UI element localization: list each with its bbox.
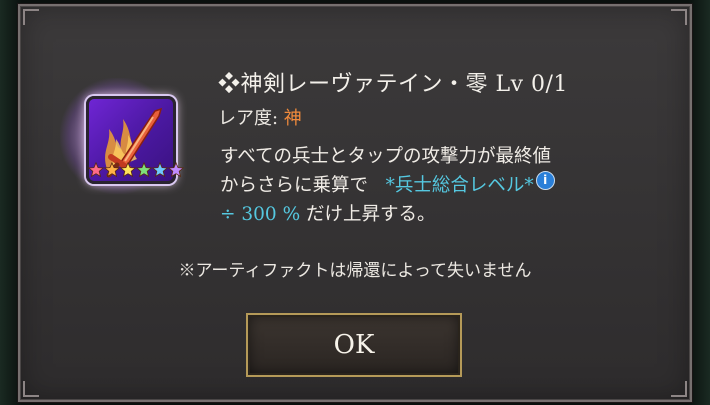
item-title: ❖神剣レーヴァテイン・零 Lv 0/1: [218, 72, 568, 97]
ok-button[interactable]: OK: [246, 313, 462, 377]
artifact-note: ※アーティファクトは帰還によって失いません: [178, 261, 532, 281]
star-icon: [120, 162, 136, 178]
rarity-value: 神: [283, 108, 302, 129]
star-icon: [88, 162, 104, 178]
formula-divisor: ÷ 300 %: [220, 204, 301, 225]
description-line-2: からさらに乗算で *兵士総合レベル* i: [220, 171, 660, 200]
description-line-2-prefix: からさらに乗算で: [220, 175, 369, 196]
description-line-3-suffix: だけ上昇する。: [300, 204, 436, 225]
description-line-1: すべての兵士とタップの攻撃力が最終値: [220, 146, 551, 167]
item-rarity: レア度: 神: [218, 104, 302, 130]
info-icon[interactable]: i: [535, 171, 555, 190]
star-icon: [136, 162, 152, 178]
rarity-label: レア度:: [218, 108, 284, 129]
rarity-stars: [88, 162, 184, 184]
formula-term: *兵士総合レベル*: [385, 175, 534, 196]
frame-corner: [23, 381, 39, 397]
star-icon: [168, 162, 184, 178]
frame-corner: [671, 381, 687, 397]
frame-corner: [671, 9, 687, 25]
item-description: すべての兵士とタップの攻撃力が最終値 からさらに乗算で *兵士総合レベル* i ÷…: [220, 142, 660, 229]
star-icon: [104, 162, 120, 178]
star-icon: [152, 162, 168, 178]
description-line-3: ÷ 300 % だけ上昇する。: [220, 200, 660, 229]
frame-corner: [23, 9, 39, 25]
